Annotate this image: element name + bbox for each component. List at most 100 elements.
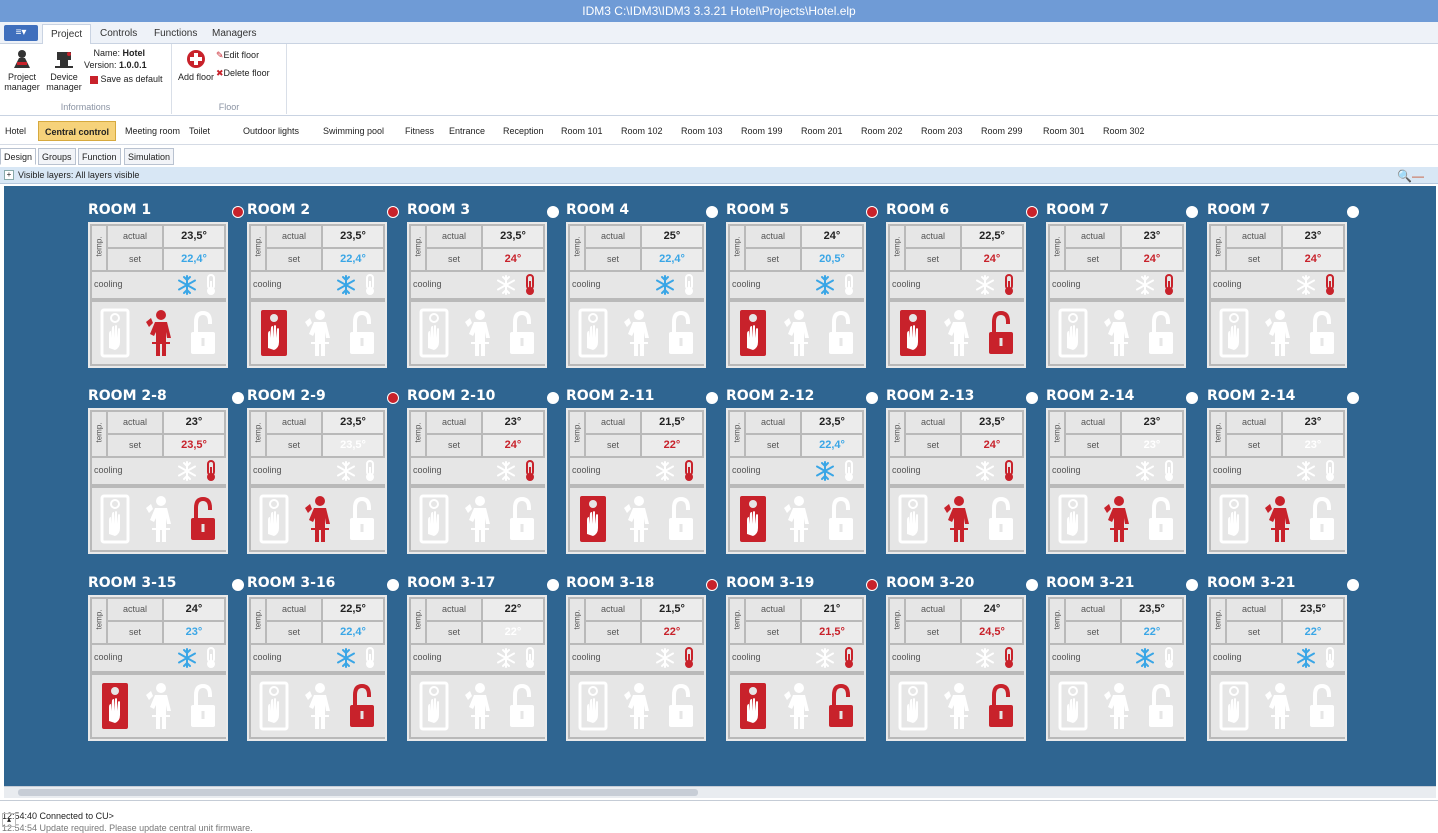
floor-tab[interactable]: Room 203 (918, 121, 966, 141)
horizontal-scrollbar[interactable] (4, 786, 1436, 798)
floor-tab[interactable]: Reception (500, 121, 547, 141)
set-temp-value[interactable]: 22,4° (323, 249, 383, 270)
set-temp-value[interactable]: 22° (483, 622, 543, 643)
set-temp-value[interactable]: 23° (1122, 435, 1182, 456)
set-temp-value[interactable]: 24° (962, 249, 1022, 270)
room-panel[interactable]: ROOM 3-15 temp. actual 24° set 23° cooli… (88, 573, 248, 753)
set-temp-value[interactable]: 21,5° (802, 622, 862, 643)
room-panel[interactable]: ROOM 2-8 temp. actual 23° set 23,5° cool… (88, 386, 248, 566)
floor-tab[interactable]: Room 301 (1040, 121, 1088, 141)
set-temp-value[interactable]: 23° (1283, 435, 1343, 456)
room-status-dot (1186, 392, 1198, 404)
layer-expander[interactable]: + (4, 170, 14, 180)
floor-tab[interactable]: Room 199 (738, 121, 786, 141)
set-temp-value[interactable]: 24° (962, 435, 1022, 456)
app-menu-button[interactable]: ≡▾ (4, 25, 38, 41)
floor-tab[interactable]: Meeting room (122, 121, 183, 141)
room-panel[interactable]: ROOM 7 temp. actual 23° set 24° cooling (1046, 200, 1206, 380)
room-panel[interactable]: ROOM 2-9 temp. actual 23,5° set 23,5° co… (247, 386, 407, 566)
room-panel[interactable]: ROOM 7 temp. actual 23° set 24° cooling (1207, 200, 1367, 380)
floor-tab[interactable]: Room 102 (618, 121, 666, 141)
floor-tab[interactable]: Room 302 (1100, 121, 1148, 141)
room-panel[interactable]: ROOM 2 temp. actual 23,5° set 22,4° cool… (247, 200, 407, 380)
room-panel[interactable]: ROOM 2-12 temp. actual 23,5° set 22,4° c… (726, 386, 886, 566)
tab-groups[interactable]: Groups (38, 148, 76, 165)
set-temp-value[interactable]: 23,5° (164, 435, 224, 456)
set-temp-value[interactable]: 24° (483, 249, 543, 270)
scroll-thumb[interactable] (18, 789, 698, 796)
set-temp-value[interactable]: 20,5° (802, 249, 862, 270)
room-panel[interactable]: ROOM 3-16 temp. actual 22,5° set 22,4° c… (247, 573, 407, 753)
floor-tab[interactable]: Room 202 (858, 121, 906, 141)
room-panel[interactable]: ROOM 2-14 temp. actual 23° set 23° cooli… (1207, 386, 1367, 566)
add-floor-button[interactable]: Add floor (174, 48, 218, 82)
floor-tab[interactable]: Toilet (186, 121, 213, 141)
room-panel[interactable]: ROOM 1 temp. actual 23,5° set 22,4° cool… (88, 200, 248, 380)
zoom-icon[interactable]: 🔍— (1397, 168, 1424, 185)
save-default-button[interactable]: Save as default (90, 74, 163, 84)
room-control-panel: temp. actual 25° set 22,4° cooling (566, 222, 706, 368)
set-temp-value[interactable]: 22° (642, 435, 702, 456)
menu-tab-functions[interactable]: Functions (146, 24, 205, 44)
set-label: set (427, 249, 481, 270)
floor-tab[interactable]: Swimming pool (320, 121, 387, 141)
set-temp-value[interactable]: 24° (483, 435, 543, 456)
set-temp-value[interactable]: 22° (642, 622, 702, 643)
set-temp-value[interactable]: 23° (164, 622, 224, 643)
set-temp-value[interactable]: 22,4° (323, 622, 383, 643)
room-panel[interactable]: ROOM 3-21 temp. actual 23,5° set 22° coo… (1046, 573, 1206, 753)
set-temp-value[interactable]: 24° (1283, 249, 1343, 270)
floor-tab[interactable]: Room 101 (558, 121, 606, 141)
cooling-row: cooling (411, 272, 545, 298)
room-panel[interactable]: ROOM 3-20 temp. actual 24° set 24,5° coo… (886, 573, 1046, 753)
room-panel[interactable]: ROOM 3-18 temp. actual 21,5° set 22° coo… (566, 573, 726, 753)
room-panel[interactable]: ROOM 3 temp. actual 23,5° set 24° coolin… (407, 200, 567, 380)
device-manager-button[interactable]: Device manager (42, 48, 86, 92)
set-temp-value[interactable]: 22° (1122, 622, 1182, 643)
room-panel[interactable]: ROOM 5 temp. actual 24° set 20,5° coolin… (726, 200, 886, 380)
floor-tab[interactable]: Outdoor lights (240, 121, 302, 141)
tab-design[interactable]: Design (0, 148, 37, 165)
room-panel[interactable]: ROOM 2-14 temp. actual 23° set 23° cooli… (1046, 386, 1206, 566)
floor-tab[interactable]: Entrance (446, 121, 488, 141)
room-panel[interactable]: ROOM 3-19 temp. actual 21° set 21,5° coo… (726, 573, 886, 753)
set-temp-value[interactable]: 22,4° (164, 249, 224, 270)
set-temp-value[interactable]: 24,5° (962, 622, 1022, 643)
room-control-panel: temp. actual 21,5° set 22° cooling (566, 408, 706, 554)
tab-function[interactable]: Function (78, 148, 121, 165)
padlock-icon (350, 310, 374, 354)
maid-person-icon (146, 496, 171, 542)
room-panel[interactable]: ROOM 6 temp. actual 22,5° set 24° coolin… (886, 200, 1046, 380)
maid-person-icon (1104, 496, 1129, 542)
floor-tab[interactable]: Room 299 (978, 121, 1026, 141)
floor-tab[interactable]: Fitness (402, 121, 437, 141)
room-status-dot (232, 392, 244, 404)
room-panel[interactable]: ROOM 3-21 temp. actual 23,5° set 22° coo… (1207, 573, 1367, 753)
room-status-icons (890, 302, 1024, 364)
actual-temp-value: 21,5° (642, 599, 702, 620)
room-panel[interactable]: ROOM 4 temp. actual 25° set 22,4° coolin… (566, 200, 726, 380)
floor-tab[interactable]: Central control (38, 121, 117, 141)
menu-tab-managers[interactable]: Managers (204, 24, 264, 44)
set-temp-value[interactable]: 23,5° (323, 435, 383, 456)
set-temp-value[interactable]: 22,4° (802, 435, 862, 456)
room-panel[interactable]: ROOM 2-10 temp. actual 23° set 24° cooli… (407, 386, 567, 566)
project-manager-button[interactable]: Project manager (0, 48, 44, 92)
menu-tab-project[interactable]: Project (42, 24, 92, 44)
menu-tab-controls[interactable]: Controls (92, 24, 145, 44)
edit-floor-button[interactable]: ✎Edit floor (216, 50, 259, 61)
set-temp-value[interactable]: 24° (1122, 249, 1182, 270)
set-temp-value[interactable]: 22° (1283, 622, 1343, 643)
panel-toggle[interactable]: ▴ (2, 813, 16, 827)
floor-tab[interactable]: Room 103 (678, 121, 726, 141)
tab-simulation[interactable]: Simulation (124, 148, 175, 165)
floor-tab[interactable]: Room 201 (798, 121, 846, 141)
delete-floor-button[interactable]: ✖Delete floor (216, 68, 270, 79)
floor-tab[interactable]: Hotel (2, 121, 29, 141)
maid-person-icon (784, 310, 809, 356)
set-temp-value[interactable]: 22,4° (642, 249, 702, 270)
room-panel[interactable]: ROOM 2-13 temp. actual 23,5° set 24° coo… (886, 386, 1046, 566)
room-panel[interactable]: ROOM 2-11 temp. actual 21,5° set 22° coo… (566, 386, 726, 566)
room-panel[interactable]: ROOM 3-17 temp. actual 22° set 22° cooli… (407, 573, 567, 753)
cooling-label: cooling (572, 279, 601, 289)
